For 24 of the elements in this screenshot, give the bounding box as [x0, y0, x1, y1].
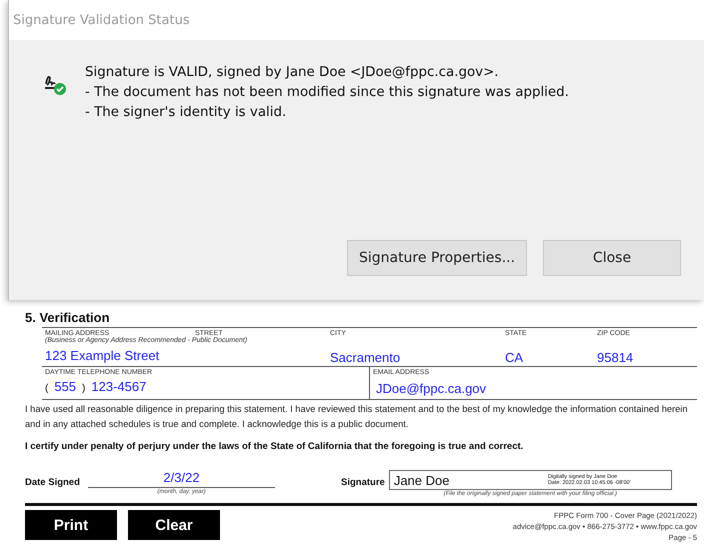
signature-properties-button[interactable]: Signature Properties...	[347, 240, 527, 276]
close-button[interactable]: Close	[543, 240, 681, 276]
clear-button[interactable]: Clear	[128, 510, 220, 540]
city-field: Sacramento	[330, 350, 505, 365]
date-field: 2/3/22	[88, 470, 275, 488]
status-message: - The document has not been modified since this signature was applied.	[85, 84, 569, 102]
statement-text: I have used all reasonable diligence in preparing this statement. I have reviewed this statement and to the best of my knowledge the information contained herein and in any attached schedules is true and complete. I acknowledge this is a public document.	[25, 403, 689, 431]
date-label: Date Signed	[25, 476, 81, 488]
section-heading: 5. Verification	[25, 310, 111, 325]
phone-bracket: )	[82, 383, 86, 394]
state-field: CA	[505, 350, 597, 365]
street-field: 123 Example Street	[45, 348, 330, 365]
dialog-title: Signature Validation Status	[13, 12, 190, 28]
signature-label: Signature	[341, 477, 385, 488]
email-field: JDoe@fppc.ca.gov	[376, 381, 694, 396]
phone-bracket: (	[45, 383, 48, 394]
phone-field: 123-4567	[91, 379, 146, 394]
status-message: - The signer's identity is valid.	[85, 104, 288, 122]
signer-name: Jane Doe	[394, 472, 450, 488]
print-button[interactable]: Print	[25, 510, 117, 540]
zip-field: 95814	[597, 350, 697, 365]
status-message: Signature is VALID, signed by Jane Doe <JDoe@fppc.ca.gov>.	[85, 64, 500, 82]
certification-text: I certify under penalty of perjury under the laws of the State of California that the foregoing is true and correct.	[25, 441, 524, 452]
area-code-field: 555	[54, 379, 76, 394]
